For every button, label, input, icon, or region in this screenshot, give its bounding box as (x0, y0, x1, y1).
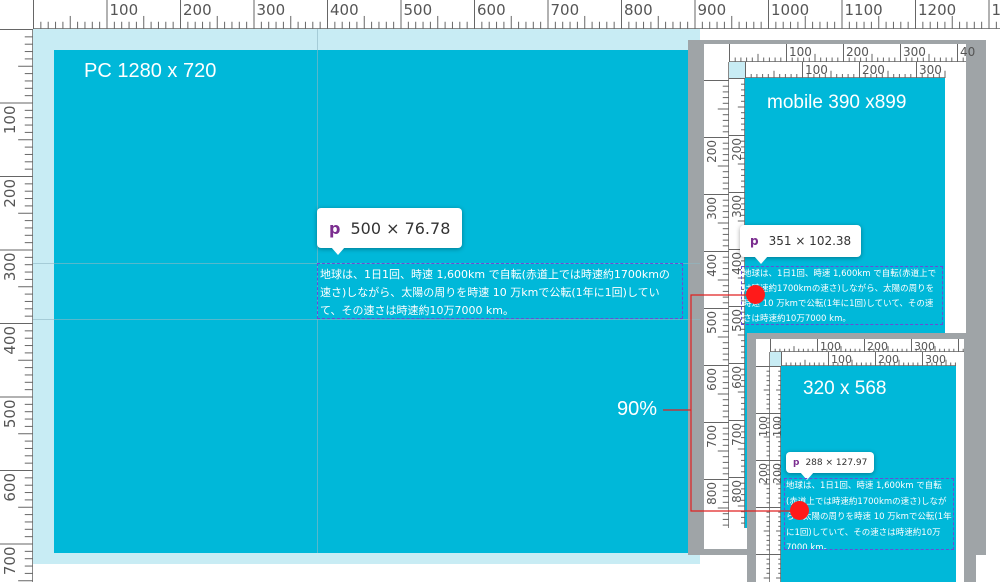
mobile-inner-top-ruler-label: 100 (805, 63, 828, 77)
small-paragraph[interactable]: 地球は、1日1回、時速 1,600km で自転(赤道上では時速約1700kmの速… (784, 478, 954, 550)
small-scale-marker (790, 501, 809, 520)
mobile-inner-left-ruler-label: 300 (730, 195, 744, 218)
small-inner-left-ruler-label: 100 (771, 416, 784, 437)
mobile-inner-left-ruler-label: 700 (730, 423, 744, 446)
mobile-left-ruler-label: 800 (705, 482, 719, 505)
mobile-paragraph[interactable]: 地球は、1日1回、時速 1,600km で自転(赤道上では時速約1700kmの速… (741, 266, 943, 325)
pc-tooltip-size: 500 × 76.78 (350, 218, 451, 238)
mobile-top-ruler-label: 300 (903, 45, 926, 59)
mobile-left-ruler-label: 200 (705, 140, 719, 163)
small-inner-top-ruler-label: 300 (925, 353, 946, 366)
pc-tooltip-tag: p (329, 218, 341, 238)
small-tooltip-tag: p (793, 457, 800, 468)
mobile-left-ruler-label: 500 (705, 311, 719, 334)
scale-percent-label: 90% (617, 398, 658, 420)
small-inner-top-ruler-label: 100 (831, 353, 852, 366)
mobile-scale-marker (746, 285, 765, 304)
mobile-left-ruler-label: 300 (705, 197, 719, 220)
mobile-inner-top-ruler-bg (745, 62, 945, 78)
mobile-inner-top-ruler-label: 200 (862, 63, 885, 77)
mobile-inner-left-ruler-label: 800 (730, 480, 744, 503)
mobile-tooltip-tag: p (750, 234, 759, 248)
small-top-ruler-label: 300 (914, 340, 935, 353)
small-top-ruler-label: 100 (820, 340, 841, 353)
mobile-top-ruler-label: 100 (789, 45, 812, 59)
mobile-tooltip-size: 351 × 102.38 (768, 234, 852, 248)
mobile-inner-top-ruler-label: 300 (919, 63, 942, 77)
pc-size-tooltip: p 500 × 76.78 (317, 208, 463, 255)
mobile-left-ruler-label: 600 (705, 368, 719, 391)
small-inner-top-ruler-label: 200 (878, 353, 899, 366)
mobile-top-ruler-label: 40 (960, 45, 975, 59)
mobile-inner-left-ruler-label: 200 (730, 138, 744, 161)
mobile-left-ruler-label: 700 (705, 425, 719, 448)
small-top-ruler-label: 200 (867, 340, 888, 353)
small-left-ruler-label: 200 (757, 463, 770, 484)
artboard-canvas: 100 200 300 400 500 600 700 800 900 1000 1100 1200 1… (0, 0, 1000, 582)
small-inner-left-ruler-label: 200 (771, 463, 784, 484)
mobile-left-ruler-label: 400 (705, 254, 719, 277)
mobile-size-tooltip: p 351 × 102.38 (740, 225, 862, 264)
mobile-top-ruler-label: 200 (846, 45, 869, 59)
small-left-ruler-label: 100 (757, 416, 770, 437)
pc-paragraph[interactable]: 地球は、1日1回、時速 1,600km で自転(赤道上では時速約1700kmの速… (317, 263, 683, 319)
small-size-tooltip: p 288 × 127.97 (786, 452, 875, 480)
mobile-inner-left-ruler-label: 600 (730, 366, 744, 389)
small-tooltip-size: 288 × 127.97 (805, 457, 868, 468)
